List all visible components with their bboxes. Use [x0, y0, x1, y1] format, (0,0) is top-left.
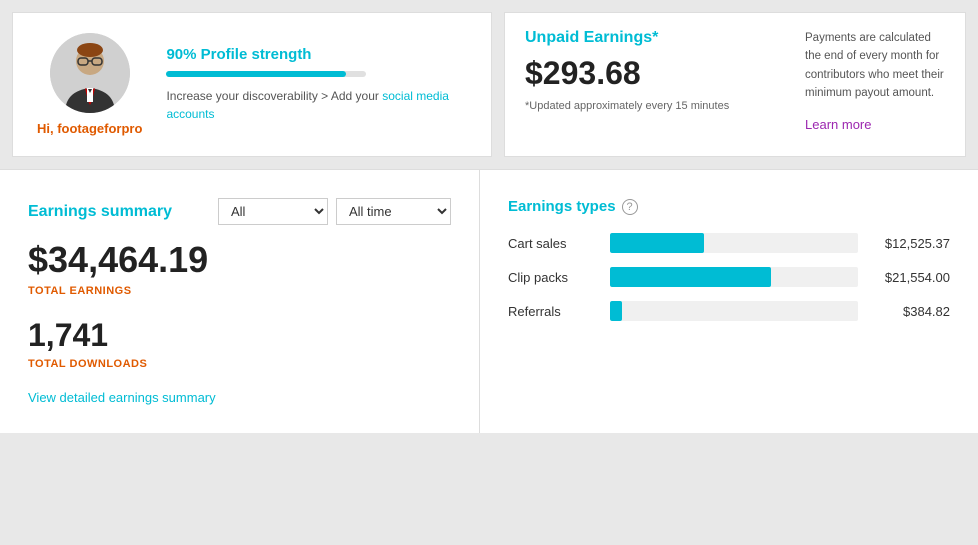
time-filter-select[interactable]: All time Last month Last year — [336, 198, 451, 225]
unpaid-earnings-title: Unpaid Earnings* — [525, 29, 789, 47]
payments-info-text: Payments are calculated the end of every… — [805, 32, 944, 99]
earnings-summary-header: Earnings summary All Cart sales Clip pac… — [28, 198, 451, 225]
profile-card: Hi, footageforpro 90% Profile strength I… — [12, 12, 492, 157]
unpaid-earnings-card: Unpaid Earnings* $293.68 *Updated approx… — [504, 12, 966, 157]
filter-controls: All Cart sales Clip packs Referrals All … — [218, 198, 451, 225]
earnings-type-rows: Cart sales $12,525.37 Clip packs $21,554… — [508, 233, 950, 321]
total-downloads-label: TOTAL DOWNLOADS — [28, 358, 451, 370]
discoverability-text: Increase your discoverability > Add your… — [166, 87, 467, 123]
total-earnings-label: TOTAL EARNINGS — [28, 285, 451, 297]
earnings-type-amount: $21,554.00 — [870, 270, 950, 285]
total-downloads-amount: 1,741 — [28, 317, 451, 354]
earnings-bar-fill — [610, 267, 771, 287]
unpaid-earnings-note: *Updated approximately every 15 minutes — [525, 100, 789, 112]
earnings-summary-title: Earnings summary — [28, 203, 172, 221]
earnings-bar-fill — [610, 233, 704, 253]
earnings-bar-container — [610, 301, 858, 321]
avatar — [50, 33, 130, 113]
unpaid-earnings-right: Payments are calculated the end of every… — [805, 29, 945, 140]
type-filter-select[interactable]: All Cart sales Clip packs Referrals — [218, 198, 328, 225]
earnings-type-row: Cart sales $12,525.37 — [508, 233, 950, 253]
earnings-types-title: Earnings types — [508, 198, 616, 215]
main-section: Earnings summary All Cart sales Clip pac… — [0, 169, 978, 433]
user-greeting: Hi, footageforpro — [37, 121, 142, 136]
earnings-type-row: Referrals $384.82 — [508, 301, 950, 321]
earnings-type-label: Cart sales — [508, 236, 598, 251]
unpaid-earnings-left: Unpaid Earnings* $293.68 *Updated approx… — [525, 29, 789, 140]
earnings-bar-container — [610, 233, 858, 253]
progress-bar-fill — [166, 71, 346, 77]
earnings-type-row: Clip packs $21,554.00 — [508, 267, 950, 287]
earnings-type-amount: $12,525.37 — [870, 236, 950, 251]
progress-bar-bg — [166, 71, 366, 77]
earnings-types-header: Earnings types ? — [508, 198, 950, 215]
learn-more-link[interactable]: Learn more — [805, 115, 945, 136]
profile-strength-section: 90% Profile strength Increase your disco… — [166, 46, 467, 123]
earnings-types-help-icon[interactable]: ? — [622, 199, 638, 215]
earnings-type-amount: $384.82 — [870, 304, 950, 319]
earnings-left: Earnings summary All Cart sales Clip pac… — [0, 170, 480, 433]
total-earnings-amount: $34,464.19 — [28, 239, 451, 281]
avatar-section: Hi, footageforpro — [37, 33, 142, 136]
earnings-type-label: Referrals — [508, 304, 598, 319]
strength-label: 90% Profile strength — [166, 46, 467, 63]
earnings-right: Earnings types ? Cart sales $12,525.37 C… — [480, 170, 978, 433]
view-detailed-link[interactable]: View detailed earnings summary — [28, 390, 216, 405]
earnings-bar-container — [610, 267, 858, 287]
unpaid-earnings-amount: $293.68 — [525, 55, 789, 92]
earnings-bar-fill — [610, 301, 622, 321]
earnings-type-label: Clip packs — [508, 270, 598, 285]
